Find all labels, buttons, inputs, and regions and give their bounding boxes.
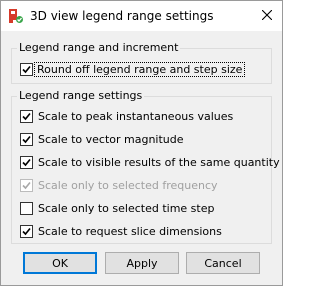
checkbox-row-round-off[interactable]: Round off legend range and step size	[20, 61, 246, 77]
cancel-button[interactable]: Cancel	[186, 252, 260, 274]
selected-time-step-checkbox[interactable]	[20, 201, 33, 215]
legend-range-settings-group: Legend range settings Scale to peak inst…	[11, 89, 280, 244]
checkbox-row-selected-time-step[interactable]: Scale only to selected time step	[20, 200, 214, 216]
selected-time-step-label: Scale only to selected time step	[38, 201, 215, 215]
selected-frequency-label: Scale only to selected frequency	[38, 178, 218, 192]
group-label-settings: Legend range settings	[17, 89, 145, 103]
checkbox-row-vector-magnitude[interactable]: Scale to vector magnitude	[20, 131, 184, 147]
close-button[interactable]	[252, 1, 282, 31]
selected-frequency-checkbox	[20, 178, 33, 192]
visible-results-label: Scale to visible results of the same qua…	[38, 155, 280, 169]
legend-range-increment-group: Legend range and increment Round off leg…	[11, 41, 272, 84]
close-icon	[261, 9, 273, 23]
visible-results-checkbox[interactable]	[20, 155, 33, 169]
vector-magnitude-checkbox[interactable]	[20, 132, 33, 146]
checkbox-row-peak-instantaneous[interactable]: Scale to peak instantaneous values	[20, 108, 233, 124]
vector-magnitude-label: Scale to vector magnitude	[38, 132, 184, 146]
title-bar[interactable]: 3D view legend range settings	[1, 1, 282, 31]
round-off-checkbox[interactable]	[20, 62, 33, 76]
peak-instantaneous-label: Scale to peak instantaneous values	[38, 109, 234, 123]
apply-button[interactable]: Apply	[105, 252, 179, 274]
app-logo-icon	[8, 8, 24, 24]
dialog-window: 3D view legend range settings Legend ran…	[0, 0, 283, 286]
ok-button[interactable]: OK	[23, 252, 97, 274]
round-off-label: Round off legend range and step size	[33, 61, 246, 77]
window-title: 3D view legend range settings	[30, 9, 214, 23]
group-label-increment: Legend range and increment	[17, 41, 181, 55]
checkbox-row-slice-dimensions[interactable]: Scale to request slice dimensions	[20, 223, 222, 239]
checkbox-row-selected-frequency: Scale only to selected frequency	[20, 177, 218, 193]
peak-instantaneous-checkbox[interactable]	[20, 109, 33, 123]
slice-dimensions-checkbox[interactable]	[20, 224, 33, 238]
slice-dimensions-label: Scale to request slice dimensions	[38, 224, 222, 238]
checkbox-row-visible-results[interactable]: Scale to visible results of the same qua…	[20, 154, 280, 170]
